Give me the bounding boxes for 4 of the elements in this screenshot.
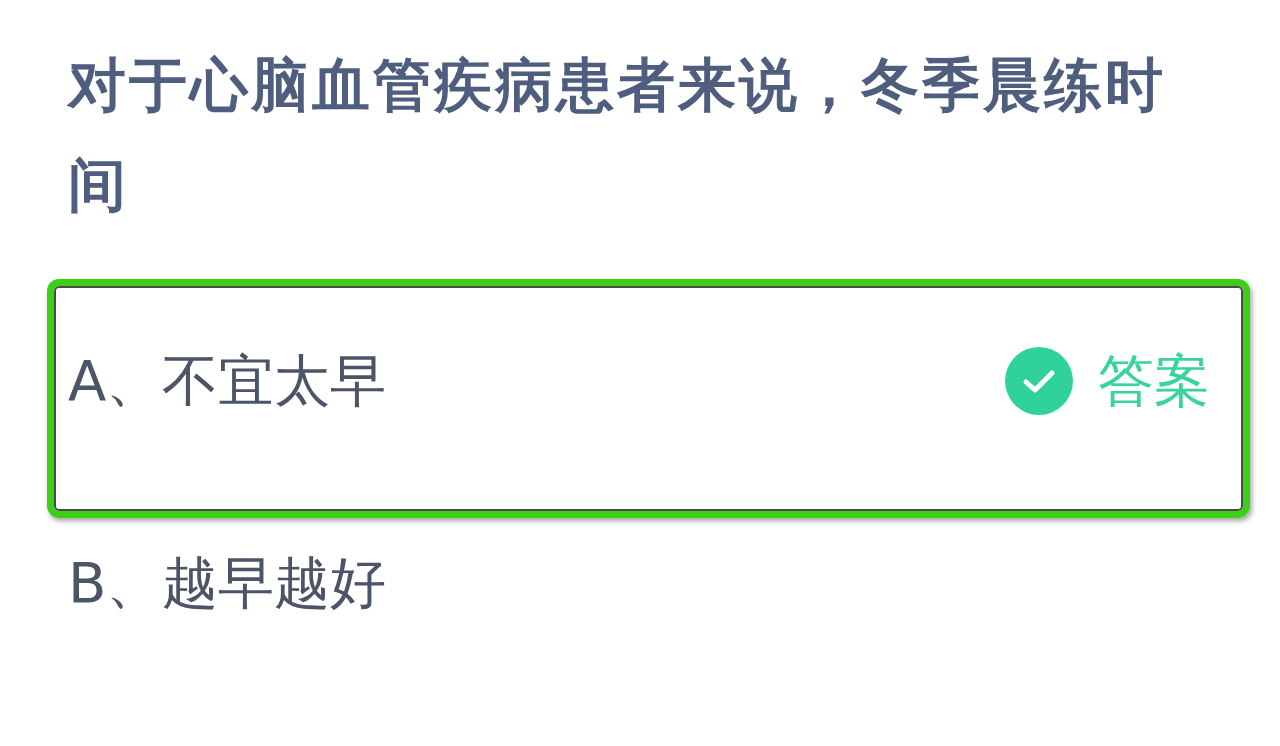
question-text: 对于心脑血管疾病患者来说，冬季晨练时间 [68,50,1167,221]
answer-label: 答案 [1098,350,1210,412]
option-text[interactable]: A、不宜太早 [68,350,387,412]
option-text[interactable]: B、越早越好 [68,552,387,614]
